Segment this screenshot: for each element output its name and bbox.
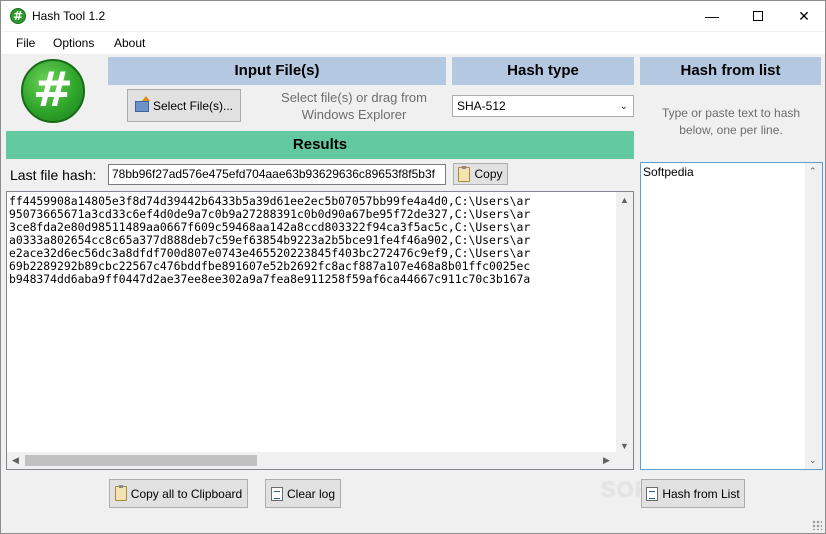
copy-button[interactable]: Copy xyxy=(453,163,508,185)
scroll-down-icon[interactable]: ⌄ xyxy=(809,455,817,466)
results-vertical-scrollbar[interactable]: ▲ ▼ xyxy=(616,192,633,454)
list-hint-line1: Type or paste text to hash xyxy=(661,106,801,120)
copy-all-label: Copy all to Clipboard xyxy=(130,486,243,501)
results-text: ff4459908a14805e3f8d74d39442b6433b5a39d6… xyxy=(9,195,531,286)
select-files-label: Select File(s)... xyxy=(152,98,233,113)
hash-type-header: Hash type xyxy=(452,57,634,85)
hash-tool-window: # Hash Tool 1.2 — ✕ File Options About #… xyxy=(0,0,826,534)
hash-from-list-header: Hash from list xyxy=(640,57,821,85)
drop-hint: Select file(s) or drag from Windows Expl… xyxy=(259,89,449,123)
maximize-icon xyxy=(753,10,763,21)
menu-bar: File Options About xyxy=(1,32,825,54)
menu-options[interactable]: Options xyxy=(53,36,94,50)
hash-type-value: SHA-512 xyxy=(457,99,506,113)
title-bar: # Hash Tool 1.2 — ✕ xyxy=(1,1,825,31)
results-log[interactable]: ff4459908a14805e3f8d74d39442b6433b5a39d6… xyxy=(6,191,634,470)
clear-log-button[interactable]: Clear log xyxy=(265,479,341,508)
clipboard-icon xyxy=(114,485,127,501)
hash-type-select[interactable]: SHA-512 ⌄ xyxy=(452,95,634,117)
close-button[interactable]: ✕ xyxy=(781,1,826,31)
scroll-up-icon[interactable]: ▲ xyxy=(620,195,629,205)
last-file-hash-field[interactable]: 78bb96f27ad576e475efd704aae63b93629636c8… xyxy=(108,164,446,185)
maximize-button[interactable] xyxy=(735,1,781,31)
scroll-right-icon[interactable]: ▶ xyxy=(603,455,610,466)
results-horizontal-scrollbar[interactable]: ◀ ▶ xyxy=(7,452,633,469)
drop-hint-line2: Windows Explorer xyxy=(301,107,407,122)
drop-hint-line1: Select file(s) or drag from xyxy=(281,90,427,105)
hash-logo-icon: # xyxy=(21,59,85,123)
folder-arrow-icon xyxy=(134,96,150,112)
list-hint-line2: below, one per line. xyxy=(679,123,783,137)
results-header: Results xyxy=(6,131,634,159)
menu-file[interactable]: File xyxy=(16,36,35,50)
clipboard-icon xyxy=(458,165,471,182)
input-files-header: Input File(s) xyxy=(108,57,446,85)
list-hint: Type or paste text to hash below, one pe… xyxy=(644,105,818,139)
list-vertical-scrollbar[interactable]: ⌃ ⌄ xyxy=(805,163,822,469)
scroll-up-icon[interactable]: ⌃ xyxy=(809,166,817,177)
copy-all-button[interactable]: Copy all to Clipboard xyxy=(109,479,248,508)
list-icon xyxy=(646,486,659,501)
clear-log-label: Clear log xyxy=(286,486,336,501)
clear-log-icon xyxy=(270,486,283,501)
chevron-down-icon: ⌄ xyxy=(619,101,628,112)
horizontal-scroll-thumb[interactable] xyxy=(25,455,257,466)
hash-app-icon: # xyxy=(10,8,26,24)
hash-from-list-button[interactable]: Hash from List xyxy=(641,479,745,508)
minimize-button[interactable]: — xyxy=(689,1,735,31)
hash-list-input[interactable]: Softpedia ⌃ ⌄ xyxy=(640,162,823,470)
resize-grip-icon[interactable] xyxy=(812,520,822,530)
copy-label: Copy xyxy=(474,167,503,181)
select-files-button[interactable]: Select File(s)... xyxy=(127,89,241,122)
hash-from-list-label: Hash from List xyxy=(662,486,740,501)
scroll-down-icon[interactable]: ▼ xyxy=(620,441,629,451)
window-title: Hash Tool 1.2 xyxy=(32,9,106,23)
last-file-hash-label: Last file hash: xyxy=(10,167,97,183)
scroll-left-icon[interactable]: ◀ xyxy=(12,455,19,466)
menu-about[interactable]: About xyxy=(114,36,145,50)
hash-list-text: Softpedia xyxy=(643,165,694,179)
